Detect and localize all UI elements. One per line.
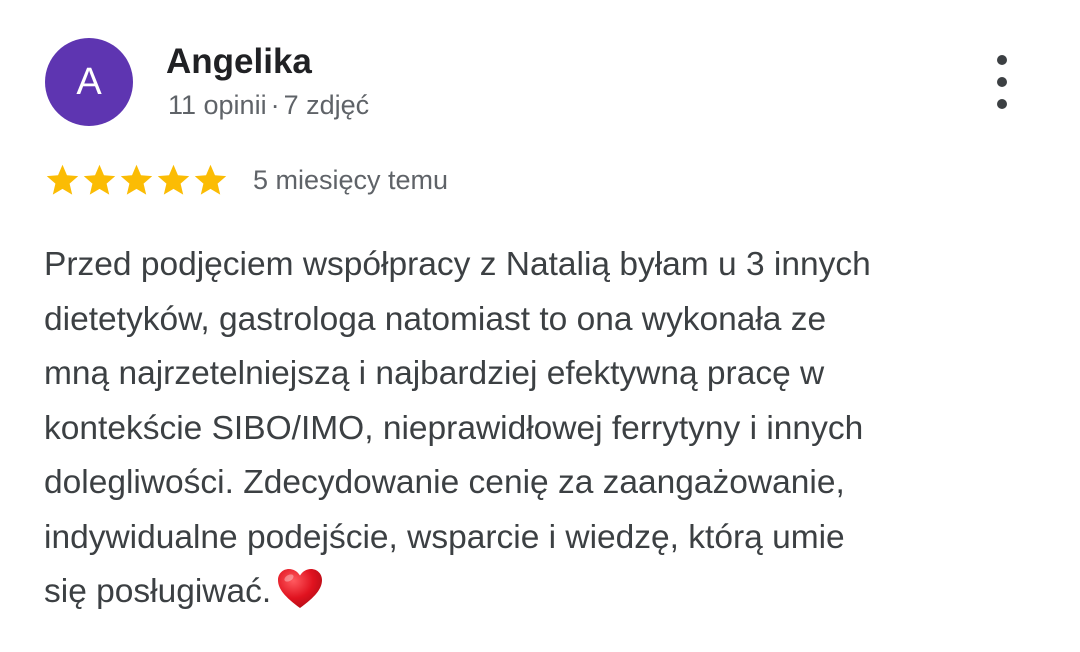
- review-line: się posługiwać.: [44, 573, 272, 610]
- review-date: 5 miesięcy temu: [253, 165, 449, 195]
- review-line: mną najrzetelniejszą i najbardziej efekt…: [44, 355, 825, 392]
- more-vertical-icon: [997, 55, 1007, 65]
- more-options-button[interactable]: [980, 55, 1024, 109]
- review-line: indywidualne podejście, wsparcie i wiedz…: [44, 518, 845, 556]
- review-card: A Angelika 11 opinii · 7 zdjęć 5 miesięcy …: [0, 0, 1080, 652]
- review-line: kontekście SIBO/IMO, nieprawidłowej ferr…: [44, 409, 864, 447]
- star-icon: [192, 162, 229, 199]
- review-line: dolegliwości. Zdecydowanie cenię za zaan…: [44, 464, 845, 501]
- rating-row: 5 miesięcy temu: [44, 160, 448, 200]
- reviewer-stats: 11 opinii · 7 zdjęć: [168, 88, 369, 122]
- avatar-letter: A: [76, 61, 102, 103]
- reviewer-name[interactable]: Angelika: [166, 42, 312, 82]
- star-icon: [118, 162, 155, 199]
- avatar[interactable]: A: [45, 38, 133, 126]
- more-vertical-icon: [997, 77, 1007, 87]
- photos-count: 7 zdjęć: [283, 90, 370, 120]
- review-line: dietetyków, gastrologa natomiast to ona …: [44, 300, 827, 338]
- star-icon: [44, 162, 81, 199]
- star-rating: [44, 162, 229, 199]
- review-line: Przed podjęciem współpracy z Natalią był…: [44, 246, 871, 283]
- heart-emoji-icon: [277, 568, 323, 610]
- stats-separator: ·: [270, 90, 280, 120]
- star-icon: [81, 162, 118, 199]
- reviews-count: 11 opinii: [168, 90, 267, 120]
- star-icon: [155, 162, 192, 199]
- more-vertical-icon: [997, 99, 1007, 109]
- review-text: Przed podjęciem współpracy z Natalią był…: [44, 238, 1034, 620]
